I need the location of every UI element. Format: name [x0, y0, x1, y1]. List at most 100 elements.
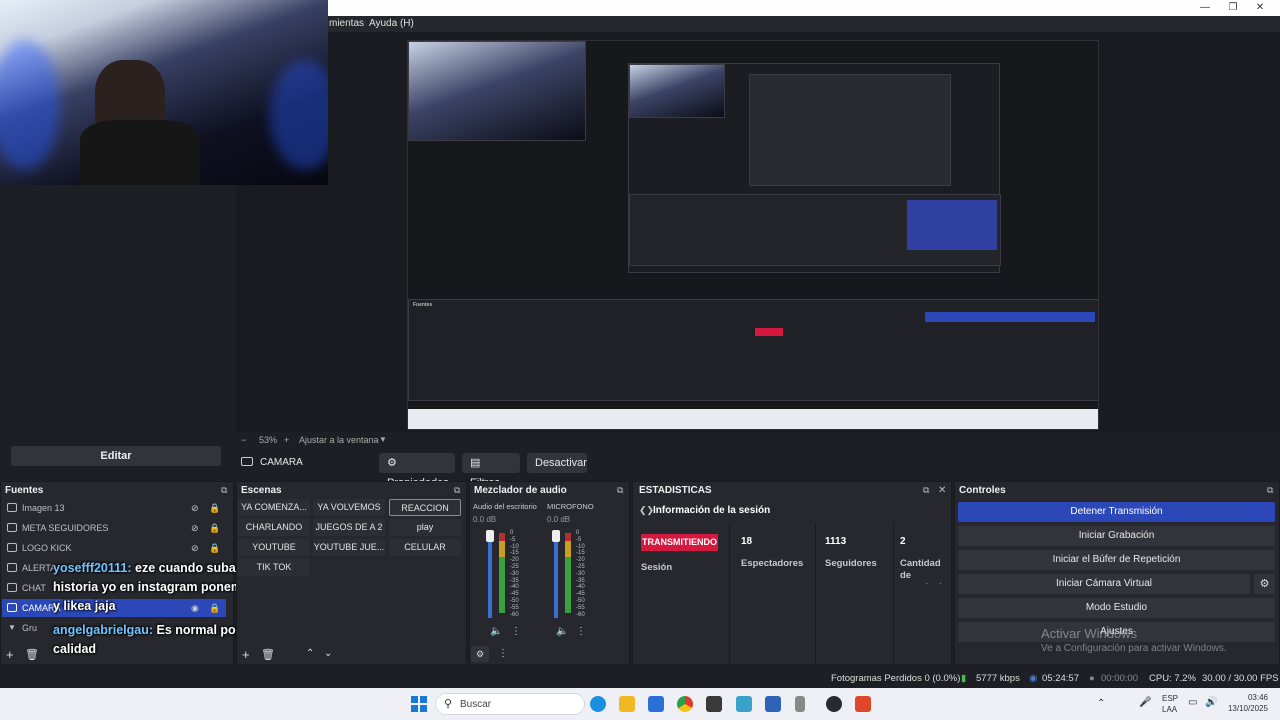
search-icon: ⚲ [444, 698, 453, 710]
windows-start-icon[interactable] [411, 696, 427, 712]
obs-icon[interactable] [826, 696, 842, 712]
chevron-down-icon[interactable]: ▼ [379, 435, 387, 444]
edge-icon[interactable] [590, 696, 606, 712]
scene-button[interactable]: JUEGOS DE A 2 [313, 519, 385, 536]
taskbar-search[interactable]: ⚲ Buscar [435, 693, 585, 715]
speaker-icon[interactable]: 🔈 [490, 626, 502, 637]
volume-handle[interactable] [486, 530, 494, 542]
dock-undock-icon[interactable]: ⧉ [454, 485, 460, 496]
db-scale-tick: -50 [510, 598, 519, 604]
record-icon: ● [1089, 673, 1095, 684]
brave-icon[interactable] [855, 696, 871, 712]
lock-icon[interactable]: 🔒 [209, 519, 220, 537]
db-scale-tick: -60 [576, 611, 585, 618]
menu-help[interactable]: Ayuda (H) [369, 18, 414, 29]
more-icon[interactable]: ⋮ [498, 648, 508, 659]
chevron-down-icon[interactable]: ▼ [8, 619, 16, 637]
scene-button[interactable]: YA COMENZA... [238, 499, 310, 516]
zoom-in-icon[interactable]: + [284, 435, 289, 445]
dock-undock-icon[interactable]: ⧉ [1267, 485, 1273, 496]
dropped-frames: Fotogramas Perdidos 0 (0.0%) [831, 673, 961, 684]
add-icon[interactable]: + [6, 647, 14, 662]
app-icon[interactable] [765, 696, 781, 712]
chevron-up-icon[interactable]: ⌃ [1097, 698, 1105, 709]
scene-button[interactable]: YA VOLVEMOS [313, 499, 385, 516]
speaker-icon[interactable]: 🔈 [556, 626, 568, 637]
language-code[interactable]: ESP [1162, 694, 1178, 703]
eye-hidden-icon[interactable]: ⊘ [191, 499, 199, 517]
scene-button[interactable]: TIK TOK [238, 559, 310, 576]
scene-button[interactable]: play [389, 519, 461, 536]
scene-button[interactable]: YOUTUBE JUE... [313, 539, 385, 556]
clock-date[interactable]: 13/10/2025 [1220, 704, 1268, 713]
lock-icon[interactable]: 🔒 [209, 499, 220, 517]
db-scale-tick: -25 [510, 564, 519, 570]
app-cube-icon[interactable] [706, 696, 722, 712]
monitor-icon[interactable]: ▭ [1188, 697, 1197, 708]
db-scale-tick: -5 [576, 536, 582, 543]
db-scale-tick: -60 [510, 611, 519, 618]
scene-button[interactable]: YOUTUBE [238, 539, 310, 556]
chat-text: calidad [53, 642, 97, 656]
filters-button[interactable]: ▤ Filtros [462, 453, 520, 489]
fit-window-label[interactable]: Ajustar a la ventana [299, 435, 379, 445]
dock-undock-icon[interactable]: ⧉ [617, 485, 623, 496]
db-scale-tick: -40 [510, 584, 519, 591]
db-scale-tick: -55 [576, 604, 585, 611]
scene-button-active[interactable]: REACCION [389, 499, 461, 516]
replay-buffer-button[interactable]: Iniciar el Búfer de Repetición [958, 550, 1275, 570]
audio-meter [499, 533, 505, 613]
properties-button[interactable]: ⚙ Propiedades [379, 453, 455, 489]
stop-streaming-button[interactable]: Detener Transmisión [958, 502, 1275, 522]
more-icon[interactable]: ⋮ [576, 626, 586, 637]
eye-icon[interactable]: ◉ [191, 599, 199, 617]
chevron-up-icon[interactable]: ⌃ [306, 648, 314, 659]
file-explorer-icon[interactable] [619, 696, 635, 712]
source-label: LOGO KICK [22, 543, 72, 553]
close-icon[interactable]: ✕ [1252, 2, 1268, 13]
scene-button[interactable]: CHARLANDO [238, 519, 310, 536]
maximize-icon[interactable]: ❐ [1225, 2, 1241, 13]
source-item[interactable]: Imagen 13 ⊘ 🔒 [2, 499, 226, 517]
edit-button[interactable]: Editar [11, 446, 221, 466]
minimize-icon[interactable]: — [1197, 2, 1213, 13]
volume-handle[interactable] [552, 530, 560, 542]
lock-icon[interactable]: 🔒 [209, 539, 220, 557]
chrome-icon[interactable] [677, 696, 693, 712]
session-label: Sesión [641, 562, 673, 573]
mixer-settings-icon[interactable]: ⚙ [471, 646, 489, 662]
start-recording-button[interactable]: Iniciar Grabación [958, 526, 1275, 546]
trash-icon[interactable]: 🗑 [261, 648, 275, 661]
eye-hidden-icon[interactable]: ⊘ [191, 539, 199, 557]
source-item[interactable]: META SEGUIDORES ⊘ 🔒 [2, 519, 226, 537]
deactivate-button[interactable]: Desactivar [527, 453, 587, 473]
clock-time[interactable]: 03:46 [1220, 693, 1268, 702]
db-scale-tick: -10 [510, 543, 519, 550]
studio-mode-button[interactable]: Modo Estudio [958, 598, 1275, 618]
gear-icon[interactable]: ⚙ [1254, 574, 1275, 594]
volume-icon[interactable]: 🔊 [1205, 697, 1217, 708]
more-icon[interactable]: ⋮ [511, 626, 521, 637]
db-scale-tick: -45 [576, 591, 585, 598]
trash-icon[interactable]: 🗑 [25, 648, 39, 661]
menu-tools[interactable]: mientas [329, 18, 364, 29]
store-icon[interactable] [648, 696, 664, 712]
virtual-camera-button[interactable]: Iniciar Cámara Virtual [958, 574, 1250, 594]
app-icon[interactable] [795, 696, 805, 712]
zoom-out-icon[interactable]: − [241, 435, 246, 445]
volume-slider[interactable] [488, 533, 492, 618]
eye-hidden-icon[interactable]: ⊘ [191, 519, 199, 537]
chevron-down-icon[interactable]: ⌄ [324, 648, 332, 659]
close-icon[interactable]: ✕ [938, 485, 946, 496]
volume-slider[interactable] [554, 533, 558, 618]
stream-preview: Fuentes [407, 40, 1099, 430]
language-layout[interactable]: LAA [1162, 705, 1177, 714]
app-icon[interactable] [736, 696, 752, 712]
scene-button[interactable]: CELULAR [389, 539, 461, 556]
source-item[interactable]: LOGO KICK ⊘ 🔒 [2, 539, 226, 557]
lock-icon[interactable]: 🔒 [209, 599, 220, 617]
add-scene-icon[interactable]: + [242, 647, 250, 662]
microphone-icon[interactable]: 🎤 [1139, 697, 1151, 708]
dock-undock-icon[interactable]: ⧉ [923, 485, 929, 496]
dock-undock-icon[interactable]: ⧉ [221, 485, 227, 496]
